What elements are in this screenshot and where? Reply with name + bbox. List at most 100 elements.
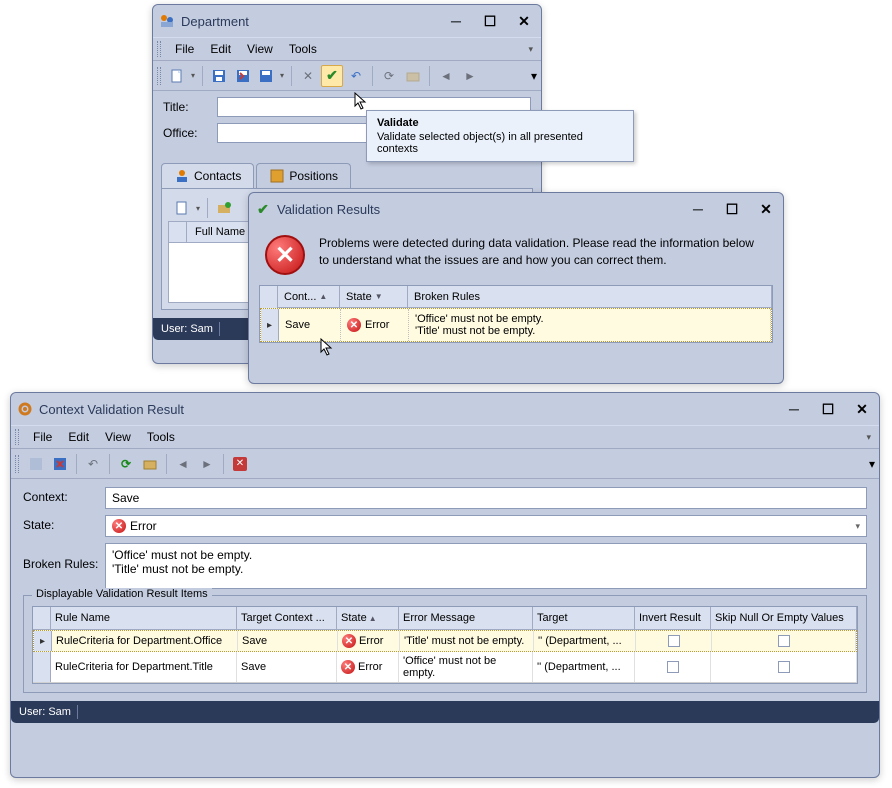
state-label: State: — [23, 515, 105, 532]
menu-edit[interactable]: Edit — [202, 40, 239, 58]
col-rule-name[interactable]: Rule Name — [51, 607, 237, 629]
checkbox[interactable] — [778, 635, 790, 647]
minimize-button[interactable]: ─ — [445, 12, 467, 30]
open-button[interactable] — [139, 453, 161, 475]
col-error-message[interactable]: Error Message — [399, 607, 533, 629]
maximize-button[interactable]: ☐ — [479, 12, 501, 30]
toolbar: ✕ ✔ ↶ ⟳ ◄ ► ▾ — [153, 61, 541, 91]
maximize-button[interactable]: ☐ — [721, 200, 743, 218]
prev-button[interactable]: ◄ — [172, 453, 194, 475]
open-button[interactable] — [402, 65, 424, 87]
cell-error-message: 'Title' must not be empty. — [400, 631, 534, 651]
tab-positions-label: Positions — [289, 169, 338, 183]
checkbox[interactable] — [668, 635, 680, 647]
menubar-overflow[interactable]: ▾ — [862, 432, 875, 443]
close-button[interactable]: ✕ — [513, 12, 535, 30]
col-target-context[interactable]: Target Context ... — [237, 607, 337, 629]
menu-file[interactable]: File — [167, 40, 202, 58]
menubar-grip[interactable] — [157, 41, 161, 57]
undo-button[interactable]: ↶ — [345, 65, 367, 87]
titlebar[interactable]: Department ─ ☐ ✕ — [153, 5, 541, 37]
tab-contacts-label: Contacts — [194, 169, 241, 183]
menu-view[interactable]: View — [97, 428, 139, 446]
toolbar-overflow[interactable]: ▾ — [531, 69, 537, 83]
minimize-button[interactable]: ─ — [687, 200, 709, 218]
refresh-button[interactable]: ⟳ — [378, 65, 400, 87]
next-button[interactable]: ► — [459, 65, 481, 87]
minimize-button[interactable]: ─ — [783, 400, 805, 418]
save-button[interactable] — [208, 65, 230, 87]
cell-context: Save — [279, 309, 341, 341]
close-button[interactable]: ✕ — [851, 400, 873, 418]
cell-skip[interactable] — [711, 652, 857, 682]
checkbox[interactable] — [778, 661, 790, 673]
col-state[interactable]: State ▼ — [340, 286, 408, 307]
state-field[interactable]: ✕ Error — [105, 515, 867, 537]
prev-button[interactable]: ◄ — [435, 65, 457, 87]
close-record-button[interactable]: ✕ — [229, 453, 251, 475]
menu-tools[interactable]: Tools — [139, 428, 183, 446]
grid-row[interactable]: RuleCriteria for Department.Title Save ✕… — [33, 652, 857, 683]
menubar-grip[interactable] — [15, 429, 19, 445]
col-invert-result[interactable]: Invert Result — [635, 607, 711, 629]
cell-state: ✕ Error — [341, 309, 409, 341]
grid-row[interactable]: ▸ Save ✕ Error 'Office' must not be empt… — [260, 308, 772, 342]
new-button[interactable] — [167, 65, 197, 87]
error-small-icon: ✕ — [347, 318, 361, 332]
toolbar-grip[interactable] — [15, 455, 19, 473]
check-icon: ✔ — [326, 67, 338, 84]
col-context[interactable]: Cont... ▲ — [278, 286, 340, 307]
col-target[interactable]: Target — [533, 607, 635, 629]
close-button[interactable]: ✕ — [755, 200, 777, 218]
cell-state: ✕ Error — [337, 652, 399, 682]
menu-view[interactable]: View — [239, 40, 281, 58]
save-dropdown[interactable] — [256, 65, 286, 87]
tab-contacts[interactable]: Contacts — [161, 163, 254, 188]
cell-invert[interactable] — [635, 652, 711, 682]
menubar: File Edit View Tools ▾ — [153, 37, 541, 61]
broken-rules-field[interactable]: 'Office' must not be empty. 'Title' must… — [105, 543, 867, 589]
save-close-button[interactable] — [232, 65, 254, 87]
titlebar[interactable]: Context Validation Result ─ ☐ ✕ — [11, 393, 879, 425]
row-indicator-icon: ▸ — [34, 631, 52, 651]
tooltip-title: Validate — [377, 117, 623, 129]
menu-tools[interactable]: Tools — [281, 40, 325, 58]
col-skip-null[interactable]: Skip Null Or Empty Values — [711, 607, 857, 629]
undo-button[interactable]: ↶ — [82, 453, 104, 475]
cell-invert[interactable] — [636, 631, 712, 651]
maximize-button[interactable]: ☐ — [817, 400, 839, 418]
office-label: Office: — [163, 126, 217, 140]
cell-target: '' (Department, ... — [534, 631, 636, 651]
titlebar[interactable]: ✔ Validation Results ─ ☐ ✕ — [249, 193, 783, 225]
context-field[interactable]: Save — [105, 487, 867, 509]
save-button[interactable] — [25, 453, 47, 475]
context-validation-window: Context Validation Result ─ ☐ ✕ File Edi… — [10, 392, 880, 778]
error-icon: ✕ — [265, 235, 305, 275]
toolbar-overflow[interactable]: ▾ — [869, 457, 875, 471]
delete-button[interactable]: ✕ — [297, 65, 319, 87]
contacts-icon — [174, 168, 190, 184]
col-state[interactable]: State ▲ — [337, 607, 399, 629]
col-broken-rules[interactable]: Broken Rules — [408, 286, 772, 307]
cell-skip[interactable] — [712, 631, 856, 651]
save-close-button[interactable] — [49, 453, 71, 475]
mini-new-button[interactable] — [172, 197, 202, 219]
menu-edit[interactable]: Edit — [60, 428, 97, 446]
context-label: Context: — [23, 487, 105, 504]
refresh-button[interactable]: ⟳ — [115, 453, 137, 475]
checkbox[interactable] — [667, 661, 679, 673]
menu-file[interactable]: File — [25, 428, 60, 446]
mini-add-button[interactable] — [213, 197, 235, 219]
menubar-overflow[interactable]: ▾ — [524, 44, 537, 55]
group-title: Displayable Validation Result Items — [32, 588, 212, 600]
validation-message: Problems were detected during data valid… — [319, 235, 767, 269]
gear-icon — [17, 401, 33, 417]
close-x-icon: ✕ — [233, 457, 247, 471]
toolbar-grip[interactable] — [157, 67, 161, 85]
next-button[interactable]: ► — [196, 453, 218, 475]
tab-positions[interactable]: Positions — [256, 163, 351, 188]
validate-button[interactable]: ✔ — [321, 65, 343, 87]
broken-rules-label: Broken Rules: — [23, 543, 105, 571]
row-indicator-icon: ▸ — [261, 309, 279, 341]
grid-row[interactable]: ▸ RuleCriteria for Department.Office Sav… — [33, 630, 857, 652]
